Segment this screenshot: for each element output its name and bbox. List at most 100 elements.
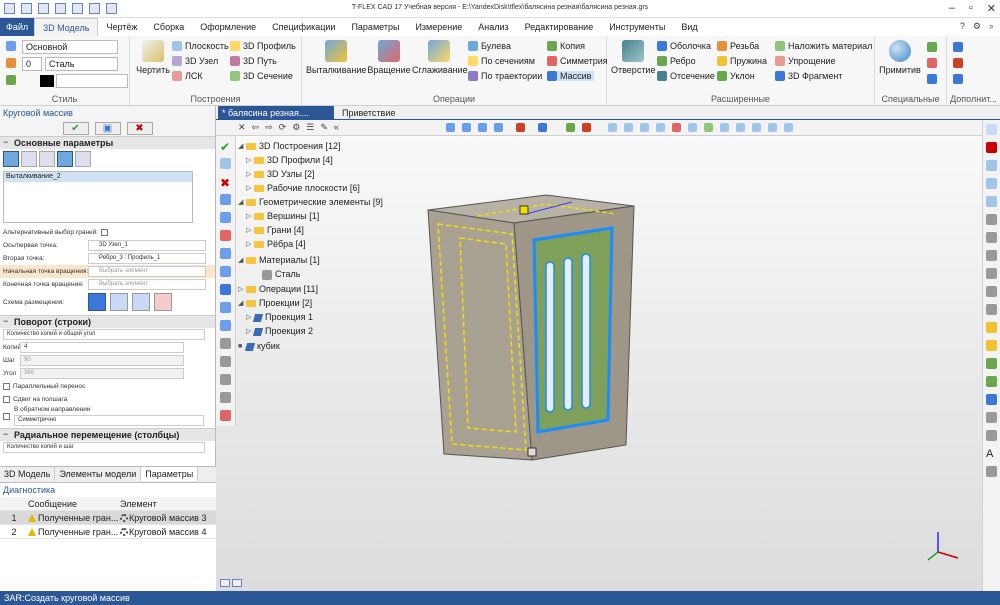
preview-button[interactable]: ▣ [94, 121, 121, 135]
spring-button[interactable]: Пружина [717, 56, 767, 66]
half-shift-checkbox[interactable] [3, 396, 10, 403]
select-all-icon[interactable] [462, 123, 471, 132]
edit-icon[interactable] [566, 123, 575, 132]
style-icon-2[interactable] [6, 58, 16, 68]
tree-node[interactable]: ▷ Рабочие плоскости [6] [246, 182, 360, 195]
view-shield-icon[interactable] [768, 123, 777, 132]
color-combo[interactable] [56, 74, 128, 88]
arrow-icon[interactable] [538, 123, 547, 132]
tool-m-icon[interactable] [220, 410, 231, 421]
material-combo[interactable]: Сталь [45, 57, 118, 71]
rt-icon-10[interactable] [986, 286, 997, 297]
scheme-grid3-icon[interactable] [132, 293, 150, 311]
selected-item[interactable]: Выталкивание_2 [4, 172, 192, 182]
view-line-icon[interactable] [624, 123, 633, 132]
scheme-grid2-icon[interactable] [110, 293, 128, 311]
apply-icon[interactable]: ✔ [220, 140, 231, 154]
reverse-checkbox[interactable] [3, 412, 10, 420]
tree-node[interactable]: ▷ Грани [4] [246, 224, 304, 237]
view-cube-icon[interactable] [656, 123, 665, 132]
special-icon-1[interactable] [927, 42, 937, 52]
style-icon-1[interactable] [6, 41, 16, 51]
tool-c-icon[interactable] [220, 230, 231, 241]
tab-model-elements[interactable]: Элементы модели [55, 467, 142, 481]
minimize-icon[interactable]: – [949, 2, 955, 15]
parallel-checkbox[interactable] [3, 383, 10, 390]
update-icon[interactable]: ⟳ [279, 122, 287, 133]
lsk-button[interactable]: ЛСК [172, 71, 203, 81]
symmetry-button[interactable]: Симметрия [547, 56, 608, 66]
draw-button[interactable]: Чертить [134, 40, 172, 75]
section-rotation[interactable]: Поворот (строки) [0, 315, 215, 328]
node-snap-icon[interactable] [516, 123, 525, 132]
tree-node[interactable]: ▷ 3D Узлы [2] [246, 168, 314, 181]
menu-edit[interactable]: Редактирование [517, 18, 602, 36]
rotate-button[interactable]: Вращение [366, 40, 412, 75]
select-body-icon[interactable] [3, 151, 19, 167]
array-button[interactable]: Массив [547, 71, 595, 81]
angle-field[interactable]: 360 [20, 368, 184, 379]
scheme-custom-icon[interactable] [154, 293, 172, 311]
view-flag-icon[interactable] [720, 123, 729, 132]
additional-icon-3[interactable] [953, 74, 963, 84]
scheme-grid-icon[interactable] [88, 293, 106, 311]
close-tree-icon[interactable]: ✕ [238, 122, 246, 133]
tree-node[interactable]: ▷ Рёбра [4] [246, 238, 306, 251]
tool-b-icon[interactable] [220, 212, 231, 223]
settings-tree-icon[interactable]: ⚙ [292, 122, 300, 133]
tree-node[interactable]: ◢ Проекции [2] [238, 297, 312, 310]
fragment3d-button[interactable]: 3D Фрагмент [775, 71, 842, 81]
tree-node[interactable]: ◢ Геометрические элементы [9] [238, 196, 383, 209]
menu-file[interactable]: Файл [0, 18, 35, 36]
zoom-fit-icon[interactable] [986, 196, 997, 207]
layer-combo[interactable]: Основной [22, 40, 118, 54]
rt-icon-6[interactable] [986, 214, 997, 225]
apply-material-button[interactable]: Наложить материал [775, 41, 872, 51]
end-rotation-field[interactable]: Выбрать элемент [88, 279, 206, 290]
zoom-in-icon[interactable] [986, 160, 997, 171]
rt-icon-13[interactable] [986, 340, 997, 351]
rt-icon-12[interactable] [986, 322, 997, 333]
tool-l-icon[interactable] [220, 392, 231, 403]
shell-button[interactable]: Оболочка [657, 41, 711, 51]
filter-icon[interactable] [446, 123, 455, 132]
point-icon[interactable] [494, 123, 503, 132]
tool-k-icon[interactable] [220, 374, 231, 385]
tab-3d-model[interactable]: 3D Модель [0, 467, 56, 481]
slope-button[interactable]: Уклон [717, 71, 755, 81]
rt-icon-1[interactable] [986, 124, 997, 135]
tab-welcome[interactable]: Приветствие [338, 106, 399, 120]
rt-icon-18[interactable] [986, 430, 997, 441]
rt-icon-20[interactable] [986, 466, 997, 477]
by-path-button[interactable]: По траектории [468, 71, 542, 81]
alt-face-checkbox[interactable] [101, 229, 109, 236]
plane-button[interactable]: Плоскость [172, 41, 229, 51]
rt-icon-17[interactable] [986, 412, 997, 423]
cut-button[interactable]: Отсечение [657, 71, 715, 81]
text-icon[interactable]: A [986, 448, 997, 460]
table-row[interactable]: 2 Полученные гран... Круговой массив 4 [0, 525, 216, 539]
view-split-icon[interactable] [232, 579, 242, 587]
step-field[interactable]: 90 [20, 355, 184, 366]
number-combo[interactable]: 0 [22, 57, 42, 71]
rt-icon-8[interactable] [986, 250, 997, 261]
section3d-button[interactable]: 3D Сечение [230, 71, 293, 81]
rib-button[interactable]: Ребро [657, 56, 696, 66]
tool-f-icon[interactable] [220, 284, 231, 295]
selection-list[interactable]: Выталкивание_2 [3, 171, 193, 223]
tool-e-icon[interactable] [220, 266, 231, 277]
tree-node[interactable]: ■ кубик [238, 340, 280, 353]
back-icon[interactable]: ⇦ [252, 122, 260, 133]
rt-icon-16[interactable] [986, 394, 997, 405]
3d-viewport[interactable]: ✕ ⇦ ⇨ ⟳ ⚙ ☰ ✎ « ✔ ✖ ◢ 3D Построения [12] … [216, 120, 982, 591]
special-icon-3[interactable] [927, 74, 937, 84]
style-icon-3[interactable] [6, 75, 16, 85]
select-copy-icon[interactable] [75, 151, 91, 167]
tool-i-icon[interactable] [220, 338, 231, 349]
tree-node[interactable]: ▷ Операции [11] [238, 283, 318, 296]
extrude-button[interactable]: Выталкивание [306, 40, 366, 75]
rt-icon-9[interactable] [986, 268, 997, 279]
path3d-button[interactable]: 3D Путь [230, 56, 277, 66]
tree-node[interactable]: Сталь [254, 268, 300, 281]
params-icon[interactable] [220, 158, 231, 169]
